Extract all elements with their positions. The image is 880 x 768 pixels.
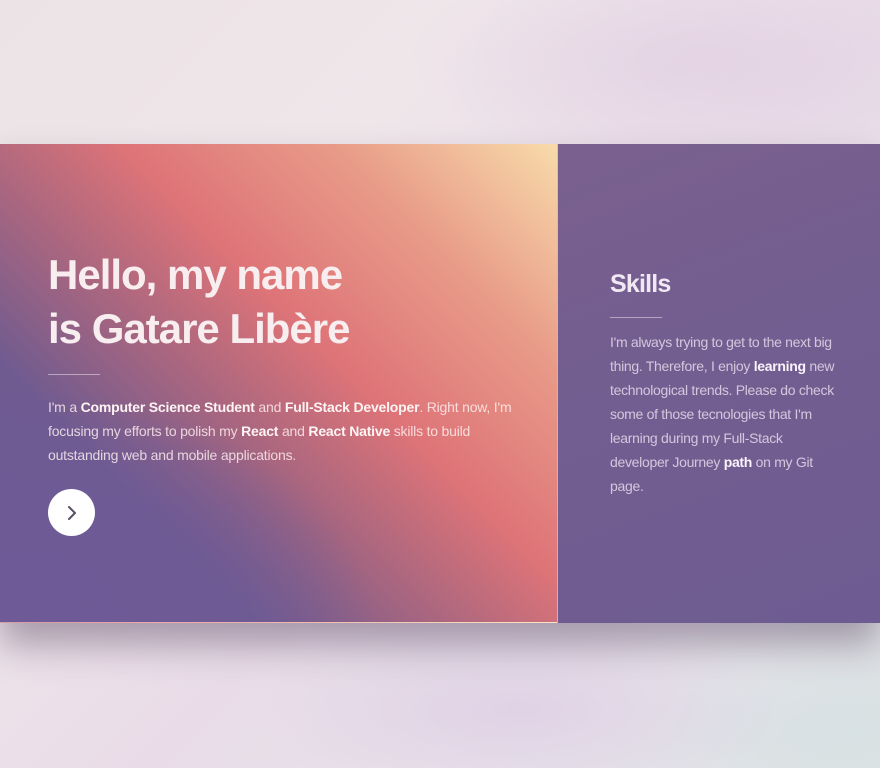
skills-highlight: path	[723, 454, 753, 470]
hero-bio-highlight: React	[241, 423, 279, 439]
hero-panel: Hello, my name is Gatare Libère I'm a Co…	[0, 144, 558, 623]
skills-title: Skills	[610, 270, 671, 298]
hero-bio-highlight: Computer Science Student	[80, 399, 255, 415]
hero-bio-highlight: React Native	[308, 423, 391, 439]
chevron-right-icon	[67, 505, 76, 520]
hero-title-line-2: is Gatare Libère	[48, 305, 350, 352]
hero-divider	[48, 374, 100, 375]
hero-bio-text: I'm a	[48, 399, 81, 415]
profile-card: Hello, my name is Gatare Libère I'm a Co…	[0, 144, 880, 623]
skills-panel: Skills I'm always trying to get to the n…	[558, 144, 880, 623]
next-button[interactable]	[48, 489, 95, 536]
hero-title: Hello, my name is Gatare Libère	[48, 248, 468, 356]
skills-description: I'm always trying to get to the next big…	[610, 330, 844, 498]
skills-highlight: learning	[753, 358, 806, 374]
skills-divider	[610, 317, 662, 318]
hero-bio-text: and	[278, 423, 309, 439]
hero-title-line-1: Hello, my name	[48, 251, 343, 298]
hero-bio: I'm a Computer Science Student and Full-…	[48, 395, 518, 467]
hero-bio-highlight: Full-Stack Developer	[284, 399, 420, 415]
hero-bio-text: and	[254, 399, 285, 415]
